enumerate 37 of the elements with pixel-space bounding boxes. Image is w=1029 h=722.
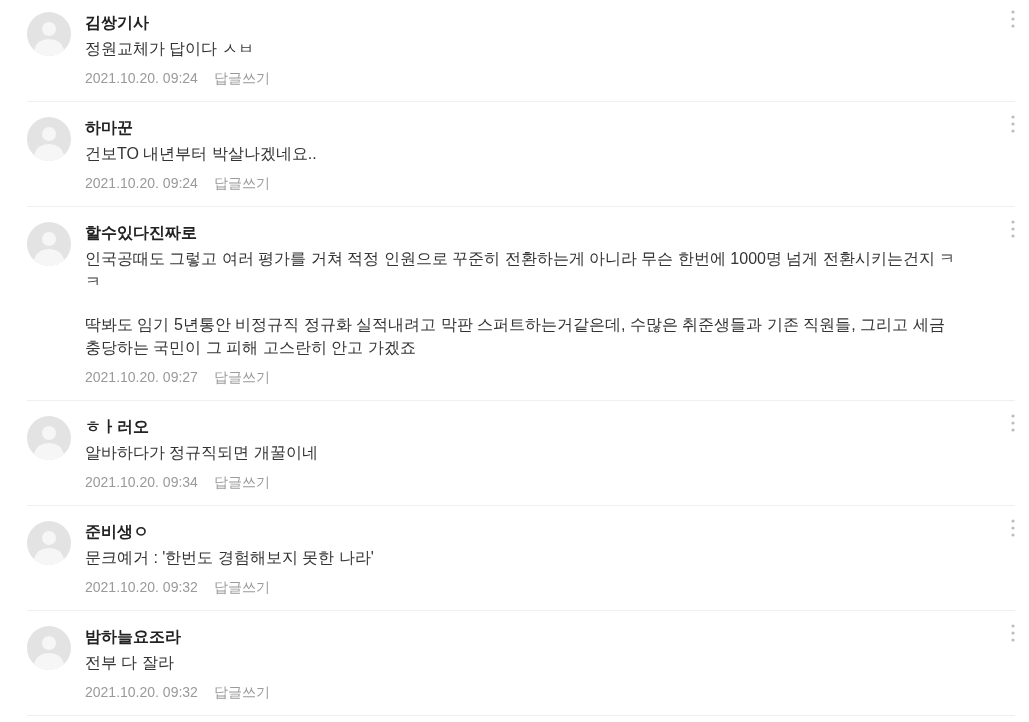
more-options-icon[interactable] bbox=[1011, 624, 1015, 642]
avatar-icon bbox=[27, 117, 71, 161]
reply-link[interactable]: 답글쓰기 bbox=[213, 67, 270, 89]
comment-date: 2021.10.20. 09:34 bbox=[85, 473, 198, 492]
reply-link[interactable]: 답글쓰기 bbox=[213, 366, 270, 388]
comment-text: 딱봐도 임기 5년통안 비정규직 정규화 실적내려고 막판 스퍼트하는거같은데, 수많은 취준생들과 기존 직원들, 그리고 세금 충당하는 국민이 그 피해 고스란히 안고 가겠죠 bbox=[85, 315, 946, 358]
avatar-icon bbox=[27, 222, 71, 266]
author-name: ㅎㅏ러오 bbox=[85, 417, 150, 437]
more-options-icon[interactable] bbox=[1011, 220, 1015, 238]
comment-text: 문크예거 : '한번도 경험해보지 못한 나라' bbox=[85, 548, 375, 568]
reply-link[interactable]: 답글쓰기 bbox=[213, 681, 270, 703]
comment-date: 2021.10.20. 09:32 bbox=[85, 578, 198, 597]
author-name: 밤하늘요조라 bbox=[85, 627, 182, 647]
more-options-icon[interactable] bbox=[1011, 10, 1015, 28]
author-name: 할수있다진짜로 bbox=[85, 223, 198, 243]
reply-link[interactable]: 답글쓰기 bbox=[213, 576, 270, 598]
author-name: 김쌍기사 bbox=[85, 13, 150, 33]
avatar-icon bbox=[27, 521, 71, 565]
comment-text: 인국공때도 그렇고 여러 평가를 거쳐 적정 인원으로 꾸준히 전환하는게 아니라 무슨 한번에 1000명 넘게 전환시키는건지 ㅋㅋ bbox=[85, 249, 957, 292]
comment-text: 건보TO 내년부터 박살나겠네요.. bbox=[85, 144, 318, 164]
author-name: 하마꾼 bbox=[85, 118, 134, 138]
comment-text: 정원교체가 답이다 ㅅㅂ bbox=[85, 39, 255, 59]
comment-date: 2021.10.20. 09:24 bbox=[85, 174, 198, 193]
comment-text: 알바하다가 정규직되면 개꿀이네 bbox=[85, 443, 319, 463]
more-options-icon[interactable] bbox=[1011, 414, 1015, 432]
reply-link[interactable]: 답글쓰기 bbox=[213, 172, 270, 194]
avatar-icon bbox=[27, 416, 71, 460]
more-options-icon[interactable] bbox=[1011, 519, 1015, 537]
reply-link[interactable]: 답글쓰기 bbox=[213, 471, 270, 493]
author-name: 준비생ㅇ bbox=[85, 522, 150, 542]
comment-date: 2021.10.20. 09:24 bbox=[85, 69, 198, 88]
comment-text: 전부 다 잘라 bbox=[85, 653, 175, 673]
more-options-icon[interactable] bbox=[1011, 115, 1015, 133]
avatar-icon bbox=[27, 626, 71, 670]
comment-date: 2021.10.20. 09:27 bbox=[85, 368, 198, 387]
comment-date: 2021.10.20. 09:32 bbox=[85, 683, 198, 702]
avatar-icon bbox=[27, 12, 71, 56]
